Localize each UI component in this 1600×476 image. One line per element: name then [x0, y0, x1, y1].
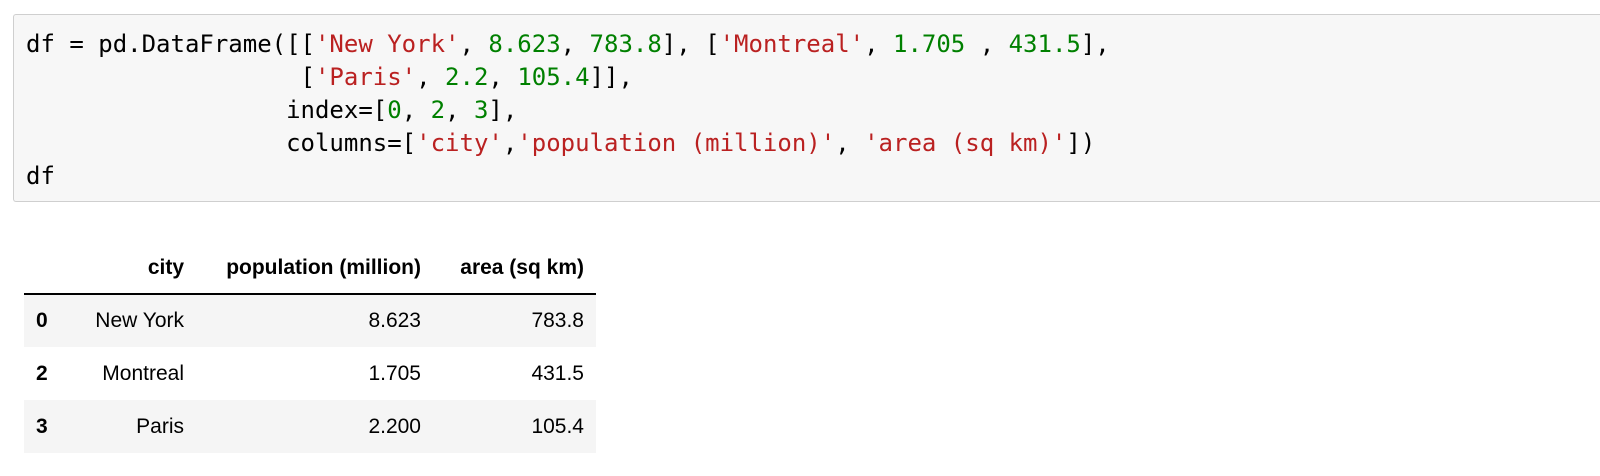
cell-population: 1.705: [368, 361, 421, 385]
code-token: ,: [965, 30, 1009, 58]
cell-area: 783.8: [531, 309, 584, 332]
code-number-token: 8.623: [488, 30, 561, 58]
output-area: city population (million) area (sq km) 0…: [24, 242, 596, 453]
table-row: 0 New York 8.623 783.8: [24, 294, 596, 347]
code-line: df = pd.DataFrame([['New York', 8.623, 7…: [26, 28, 1110, 61]
dataframe-table: city population (million) area (sq km) 0…: [24, 242, 596, 453]
cell-area: 105.4: [531, 414, 584, 438]
cell-city: Paris: [136, 414, 184, 438]
code-token: ,: [445, 96, 474, 124]
row-index: 0: [36, 309, 48, 332]
row-index: 3: [36, 414, 48, 438]
code-number-token: 0: [387, 96, 402, 124]
table-header-row: city population (million) area (sq km): [24, 242, 596, 295]
column-header-area: area (sq km): [433, 242, 596, 295]
code-number-token: 2: [430, 96, 446, 124]
column-header-city: city: [72, 242, 196, 295]
code-line: ['Paris', 2.2, 105.4]],: [26, 61, 1110, 94]
code-token: ,: [560, 30, 590, 58]
code-token: ]],: [589, 63, 633, 91]
code-token: ,: [416, 63, 446, 91]
code-string-token: 'New York': [314, 30, 460, 58]
code-token: columns=[: [26, 129, 417, 157]
code-number-token: 431.5: [1008, 30, 1081, 58]
code-number-token: 2.2: [445, 63, 489, 91]
code-string-token: 'area (sq km)': [864, 129, 1067, 157]
code-token: ,: [459, 30, 489, 58]
code-token: ,: [401, 96, 431, 124]
code-token: index=[: [26, 96, 388, 124]
code-string-token: 'city': [416, 129, 503, 157]
code-string-token: 'population (million)': [517, 129, 836, 157]
code-token: df = pd.DataFrame([[: [26, 30, 315, 58]
index-header: [24, 242, 72, 295]
table-row: 2 Montreal 1.705 431.5: [24, 347, 596, 400]
code-token: ]): [1066, 129, 1096, 157]
code-token: ],: [1080, 30, 1110, 58]
code-string-token: 'Montreal': [719, 30, 865, 58]
code-line: index=[0, 2, 3],: [26, 94, 1110, 127]
code-cell[interactable]: df = pd.DataFrame([['New York', 8.623, 7…: [13, 14, 1600, 202]
row-index: 2: [36, 361, 48, 385]
code-token: ,: [835, 129, 865, 157]
code-token: ,: [488, 63, 518, 91]
cell-city: New York: [95, 309, 184, 332]
code-editor[interactable]: df = pd.DataFrame([['New York', 8.623, 7…: [26, 28, 1110, 193]
column-header-population: population (million): [196, 242, 433, 295]
code-number-token: 1.705: [893, 30, 966, 58]
code-token: df: [26, 162, 55, 190]
code-token: ],: [488, 96, 518, 124]
code-token: [: [26, 63, 315, 91]
table-row: 3 Paris 2.200 105.4: [24, 400, 596, 453]
code-number-token: 783.8: [589, 30, 662, 58]
code-token: ,: [502, 129, 518, 157]
cell-city: Montreal: [102, 361, 184, 385]
cell-population: 8.623: [368, 309, 421, 332]
code-line: columns=['city','population (million)', …: [26, 127, 1110, 160]
code-number-token: 105.4: [517, 63, 590, 91]
cell-population: 2.200: [368, 414, 421, 438]
code-number-token: 3: [473, 96, 489, 124]
code-token: ], [: [661, 30, 720, 58]
code-token: ,: [864, 30, 893, 58]
cell-area: 431.5: [531, 361, 584, 385]
code-string-token: 'Paris': [314, 63, 417, 91]
code-line: df: [26, 160, 1110, 193]
